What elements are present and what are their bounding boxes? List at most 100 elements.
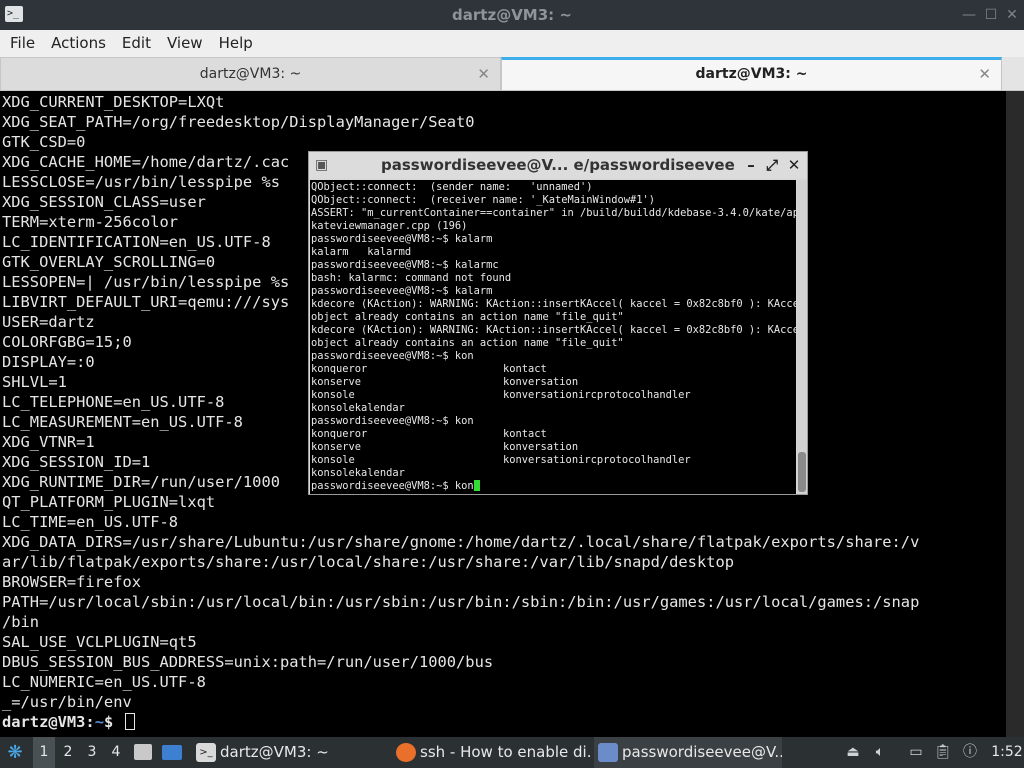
- menu-view[interactable]: View: [159, 30, 211, 57]
- completion-item: konserve: [311, 376, 362, 388]
- menu-actions[interactable]: Actions: [43, 30, 114, 57]
- remote-line: ASSERT: "m_currentContainer==container" …: [311, 207, 796, 219]
- completion-item: konsole: [311, 454, 355, 466]
- completion-row: konserve konversation: [311, 441, 796, 454]
- start-menu-icon[interactable]: ❋: [4, 737, 26, 768]
- task-firefox[interactable]: ssh - How to enable di...: [392, 737, 590, 768]
- completion-item: konversation: [503, 376, 579, 388]
- tab-label: dartz@VM3: ~: [199, 66, 302, 82]
- workspace-1[interactable]: 1: [33, 737, 55, 768]
- maximize-button[interactable]: ☐: [982, 6, 1000, 24]
- eject-icon[interactable]: ⏏: [843, 737, 863, 768]
- remote-prompt: passwordiseevee@VM8:~$ kon: [311, 415, 474, 427]
- volume-icon[interactable]: 🔈︎: [870, 737, 890, 768]
- tab-terminal-1[interactable]: dartz@VM3: ~ ✕: [0, 57, 501, 91]
- minimize-icon[interactable]: –: [742, 152, 760, 178]
- completion-item: konversationircprotocolhandler: [503, 389, 691, 401]
- completion-item: kontact: [503, 363, 547, 375]
- app-icon: [598, 743, 618, 762]
- window-icon: ▣: [315, 157, 329, 173]
- completion-item: kontact: [503, 428, 547, 440]
- scrollbar-thumb[interactable]: [798, 452, 806, 492]
- remote-line: object already contains an action name "…: [311, 337, 624, 349]
- remote-terminal-output[interactable]: QObject::connect: (sender name: 'unnamed…: [310, 180, 796, 494]
- tab-terminal-2[interactable]: dartz@VM3: ~ ✕: [501, 57, 1002, 91]
- completion-item: konsole: [311, 389, 355, 401]
- close-icon[interactable]: ✕: [785, 152, 803, 178]
- clipboard-icon[interactable]: 📋︎: [933, 737, 953, 768]
- terminal-line: QT_PLATFORM_PLUGIN=lxqt: [2, 493, 216, 511]
- close-button[interactable]: ✕: [1003, 6, 1021, 24]
- completion-row: konsole konversationircprotocolhandler: [311, 389, 796, 402]
- prompt-user: dartz@VM3: [2, 713, 86, 731]
- remote-line: QObject::connect: (receiver name: '_Kate…: [311, 194, 656, 206]
- remote-line: kateviewmanager.cpp (196): [311, 220, 468, 232]
- completion-row: konsolekalendar: [311, 467, 796, 480]
- completion-item: konversationircprotocolhandler: [503, 454, 691, 466]
- network-icon[interactable]: ▭: [906, 737, 926, 768]
- workspace-2[interactable]: 2: [57, 737, 79, 768]
- completion-item: konsolekalendar: [311, 467, 405, 479]
- minimize-button[interactable]: —: [960, 6, 978, 24]
- completion-item: konserve: [311, 441, 362, 453]
- workspace-4[interactable]: 4: [105, 737, 127, 768]
- terminal-line: PATH=/usr/local/sbin:/usr/local/bin:/usr…: [2, 593, 920, 611]
- prompt-separator: :: [85, 713, 95, 731]
- terminal-line: ar/lib/flatpak/exports/share:/usr/local/…: [2, 553, 735, 571]
- prompt-symbol: $: [103, 713, 123, 731]
- remote-line: passwordiseevee@VM8:~$ kalarm: [311, 285, 493, 297]
- terminal-line: BROWSER=firefox: [2, 573, 141, 591]
- menu-edit[interactable]: Edit: [114, 30, 159, 57]
- completion-item: konversation: [503, 441, 579, 453]
- terminal-line: LC_TIME=en_US.UTF-8: [2, 513, 179, 531]
- prompt-path: ~: [94, 713, 104, 731]
- tab-close-icon[interactable]: ✕: [477, 58, 490, 90]
- firefox-icon: [396, 743, 416, 762]
- completion-item: konqueror: [311, 428, 368, 440]
- terminal-line: /bin: [2, 613, 40, 631]
- completion-row: konqueror kontact: [311, 428, 796, 441]
- remote-line: kdecore (KAction): WARNING: KAction::ins…: [311, 324, 796, 336]
- remote-line: kalarm kalarmd: [311, 246, 412, 258]
- terminal-line: LC_NUMERIC=en_US.UTF-8: [2, 673, 206, 691]
- remote-window-titlebar: ▣ passwordiseevee@V... e/passwordiseevee…: [309, 152, 807, 178]
- tab-label: dartz@VM3: ~: [695, 66, 808, 82]
- remote-window-title: passwordiseevee@V... e/passwordiseevee: [381, 156, 735, 174]
- terminal-line: XDG_CURRENT_DESKTOP=LXQt: [2, 93, 225, 111]
- terminal-scrollbar[interactable]: [1006, 91, 1024, 737]
- menu-bar: File Actions Edit View Help: [0, 30, 1024, 57]
- window-title: dartz@VM3: ~: [452, 6, 572, 24]
- completion-row: konqueror kontact: [311, 363, 796, 376]
- terminal-line: XDG_DATA_DIRS=/usr/share/Lubuntu:/usr/sh…: [2, 533, 920, 551]
- remote-line: passwordiseevee@VM8:~$ kalarmc: [311, 259, 499, 271]
- remote-line: kdecore (KAction): WARNING: KAction::ins…: [311, 298, 796, 310]
- terminal-line: DBUS_SESSION_BUS_ADDRESS=unix:path=/run/…: [2, 653, 494, 671]
- task-remote-app[interactable]: passwordiseevee@V...: [594, 737, 782, 768]
- menu-help[interactable]: Help: [211, 30, 261, 57]
- completion-row: konserve konversation: [311, 376, 796, 389]
- window-titlebar: >_ dartz@VM3: ~ — ☐ ✕: [0, 0, 1024, 30]
- terminal-prompt[interactable]: dartz@VM3:~$: [2, 712, 1006, 732]
- remote-current-prompt[interactable]: passwordiseevee@VM8:~$ kon: [311, 480, 796, 493]
- notification-icon[interactable]: ⓘ: [960, 737, 980, 768]
- remote-line: passwordiseevee@VM8:~$ kalarm: [311, 233, 493, 245]
- maximize-icon[interactable]: ⤢: [763, 152, 781, 178]
- terminal-icon: >_: [196, 743, 216, 762]
- remote-scrollbar[interactable]: [797, 180, 807, 494]
- terminal-line: GTK_CSD=0: [2, 133, 86, 151]
- terminal-line: _=/usr/bin/env: [2, 693, 132, 711]
- file-manager-icon[interactable]: [134, 737, 154, 768]
- terminal-line: XDG_SEAT_PATH=/org/freedesktop/DisplayMa…: [2, 113, 475, 131]
- completion-item: konsolekalendar: [311, 402, 405, 414]
- remote-line: bash: kalarmc: command not found: [311, 272, 512, 284]
- taskbar: ❋ 1 2 3 4 >_ dartz@VM3: ~ ssh - How to e…: [0, 737, 1024, 768]
- tab-close-icon[interactable]: ✕: [978, 60, 991, 88]
- task-terminal[interactable]: >_ dartz@VM3: ~: [192, 737, 388, 768]
- remote-cursor: [473, 480, 480, 491]
- menu-file[interactable]: File: [2, 30, 43, 57]
- workspace-3[interactable]: 3: [81, 737, 103, 768]
- desktop-icon[interactable]: [162, 737, 184, 768]
- completion-row: konsolekalendar: [311, 402, 796, 415]
- remote-terminal-window[interactable]: ▣ passwordiseevee@V... e/passwordiseevee…: [308, 151, 808, 495]
- terminal-line: SAL_USE_VCLPLUGIN=qt5: [2, 633, 197, 651]
